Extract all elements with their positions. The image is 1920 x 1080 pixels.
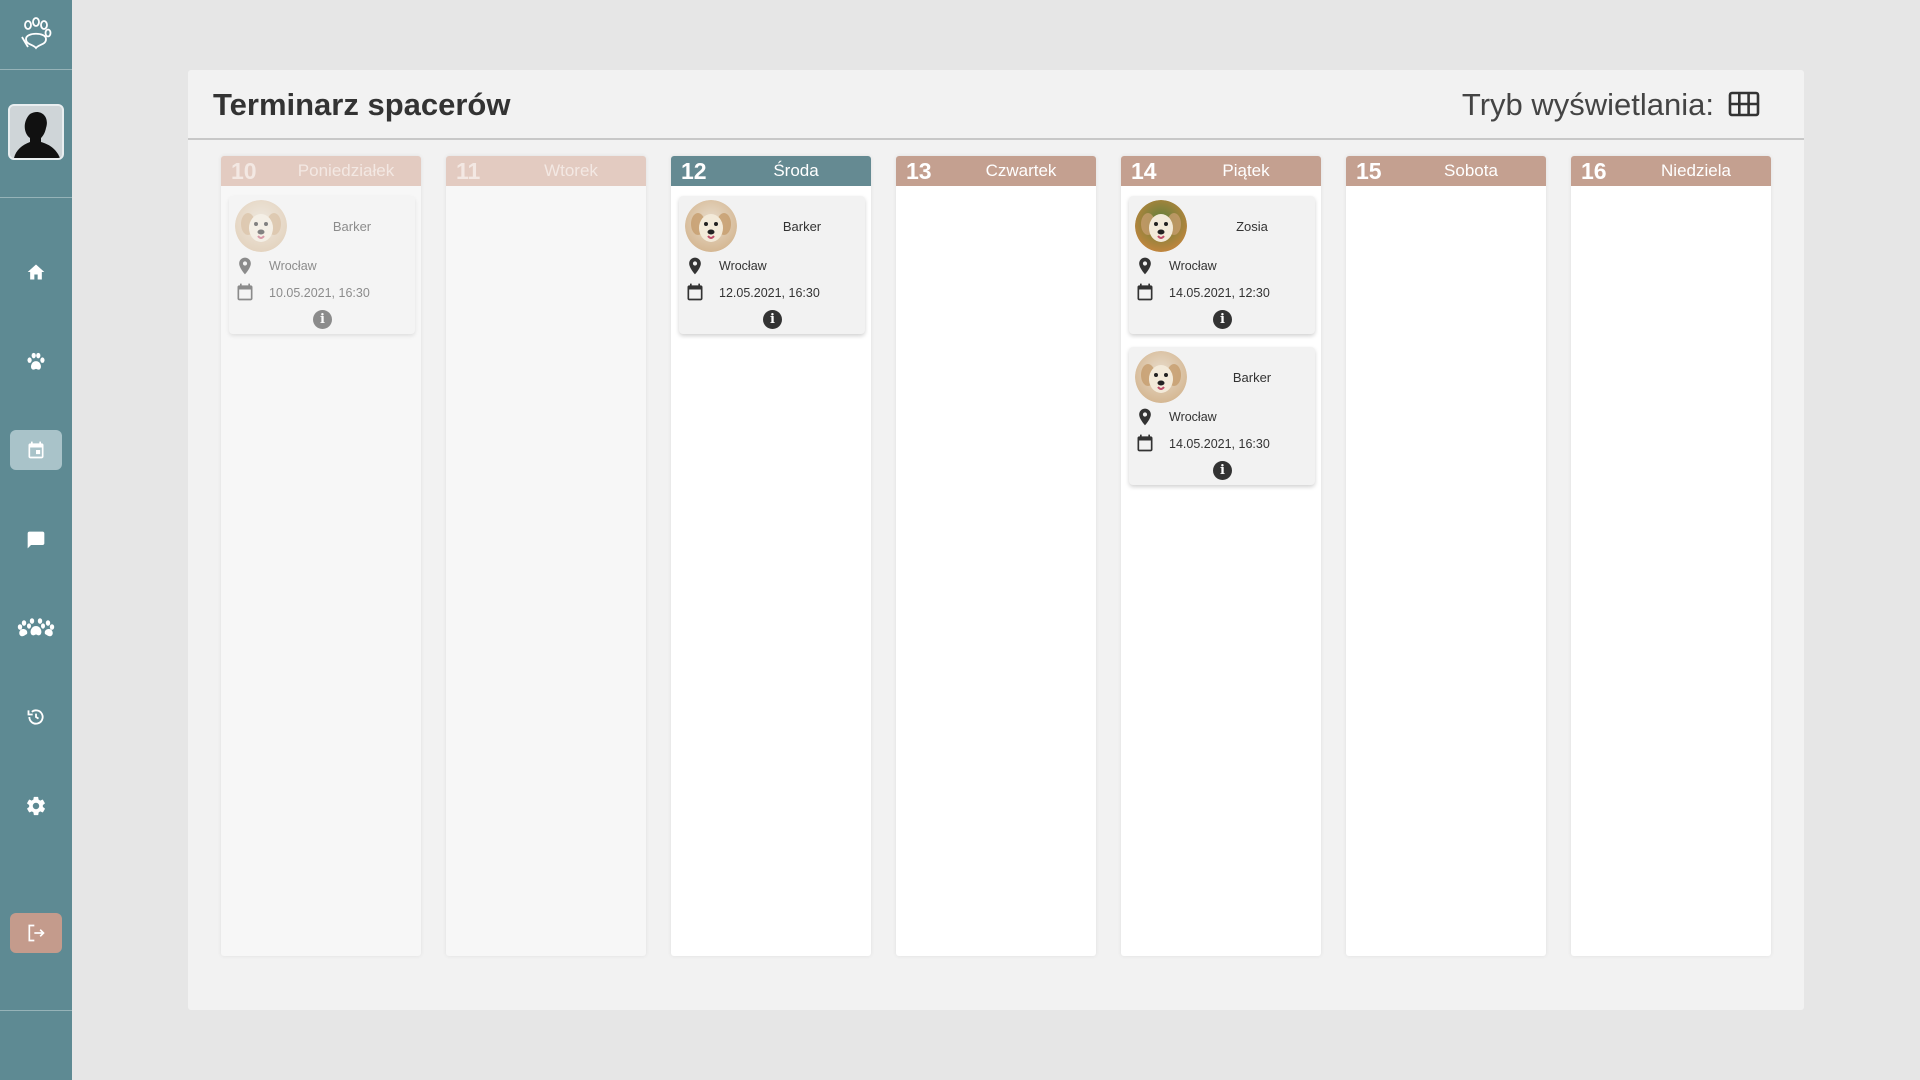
dog-face-icon bbox=[235, 200, 287, 252]
view-mode-toggle[interactable] bbox=[1728, 90, 1760, 118]
grid-icon bbox=[1728, 91, 1760, 117]
day-name: Sobota bbox=[1444, 161, 1498, 180]
nav-settings[interactable] bbox=[10, 786, 62, 826]
day-name: Piątek bbox=[1222, 161, 1270, 180]
walk-card[interactable]: Barker Wrocław 10.05.2021, 16:30 i bbox=[229, 196, 415, 334]
day-number: 10 bbox=[231, 158, 257, 184]
day-header[interactable]: 14 Piątek bbox=[1121, 156, 1321, 186]
dog-name: Barker bbox=[782, 219, 822, 234]
logout-icon bbox=[28, 924, 45, 942]
day-header[interactable]: 10 Poniedziałek bbox=[221, 156, 421, 186]
location-pin-icon bbox=[1135, 256, 1155, 276]
gear-icon bbox=[27, 796, 45, 816]
walk-city: Wrocław bbox=[269, 259, 317, 273]
walk-datetime: 10.05.2021, 16:30 bbox=[269, 286, 370, 300]
dog-face-icon bbox=[685, 200, 737, 252]
sidebar bbox=[0, 0, 72, 1080]
dog-face-icon bbox=[1135, 351, 1187, 403]
info-icon[interactable]: i bbox=[313, 310, 332, 329]
day-header[interactable]: 13 Czwartek bbox=[896, 156, 1096, 186]
nav-history[interactable] bbox=[10, 697, 62, 737]
user-avatar[interactable] bbox=[8, 104, 64, 160]
day-number: 12 bbox=[681, 158, 707, 184]
walk-datetime: 12.05.2021, 16:30 bbox=[719, 286, 820, 300]
view-mode-label: Tryb wyświetlania: bbox=[1461, 87, 1714, 122]
calendar-icon bbox=[1135, 433, 1155, 453]
chat-icon bbox=[27, 531, 45, 549]
logout-button[interactable] bbox=[10, 913, 62, 953]
location-pin-icon bbox=[235, 256, 255, 276]
calendar-icon bbox=[28, 441, 44, 459]
history-icon bbox=[27, 709, 44, 725]
dog-photo bbox=[685, 200, 737, 252]
day-name: Czwartek bbox=[985, 161, 1057, 180]
dog-photo bbox=[1135, 351, 1187, 403]
calendar-icon bbox=[1135, 282, 1155, 302]
silhouette-icon bbox=[10, 106, 62, 158]
nav-calendar[interactable] bbox=[10, 430, 62, 470]
walk-card[interactable]: Zosia Wrocław 14.05.2021, 12:30 i bbox=[1129, 196, 1315, 334]
day-number: 15 bbox=[1356, 158, 1382, 184]
walk-card[interactable]: Barker Wrocław 12.05.2021, 16:30 i bbox=[679, 196, 865, 334]
day-column: 12 Środa Barker Wrocław 12.05.2021, 16:30 i bbox=[671, 156, 871, 956]
day-column: 10 Poniedziałek Barker Wrocław 10.05.2021, 1… bbox=[221, 156, 421, 956]
location-pin-icon bbox=[685, 256, 705, 276]
day-number: 16 bbox=[1581, 158, 1607, 184]
paw-hand-logo-icon bbox=[21, 16, 52, 49]
dog-name: Barker bbox=[332, 219, 372, 234]
walk-city: Wrocław bbox=[719, 259, 767, 273]
day-column: 14 Piątek Zosia Wrocław 14.05.2021, 12:30 i Ba… bbox=[1121, 156, 1321, 956]
dog-photo bbox=[235, 200, 287, 252]
profile-section bbox=[0, 70, 72, 198]
walk-datetime: 14.05.2021, 16:30 bbox=[1169, 437, 1270, 451]
day-name: Niedziela bbox=[1661, 161, 1731, 180]
info-icon[interactable]: i bbox=[763, 310, 782, 329]
day-column: 16 Niedziela bbox=[1571, 156, 1771, 956]
dog-name: Barker bbox=[1232, 370, 1272, 385]
paw-icon bbox=[27, 352, 45, 370]
day-header[interactable]: 15 Sobota bbox=[1346, 156, 1546, 186]
calendar-icon bbox=[685, 282, 705, 302]
dog-face-icon bbox=[1135, 200, 1187, 252]
home-icon bbox=[27, 264, 45, 280]
day-number: 13 bbox=[906, 158, 932, 184]
day-header[interactable]: 16 Niedziela bbox=[1571, 156, 1771, 186]
day-header[interactable]: 11 Wtorek bbox=[446, 156, 646, 186]
walk-card[interactable]: Barker Wrocław 14.05.2021, 16:30 i bbox=[1129, 347, 1315, 485]
day-name: Środa bbox=[773, 161, 819, 180]
day-name: Poniedziałek bbox=[297, 161, 395, 180]
day-column: 11 Wtorek bbox=[446, 156, 646, 956]
page-title: Terminarz spacerów bbox=[213, 87, 511, 122]
day-column: 15 Sobota bbox=[1346, 156, 1546, 956]
dog-photo bbox=[1135, 200, 1187, 252]
panel-header: Terminarz spacerów Tryb wyświetlania: bbox=[188, 70, 1804, 140]
day-number: 11 bbox=[456, 158, 481, 184]
nav-home[interactable] bbox=[10, 252, 62, 292]
app-logo[interactable] bbox=[0, 0, 72, 70]
walk-city: Wrocław bbox=[1169, 259, 1217, 273]
nav-dogs[interactable] bbox=[10, 342, 62, 382]
calendar-icon bbox=[235, 282, 255, 302]
day-column: 13 Czwartek bbox=[896, 156, 1096, 956]
nav-walkers[interactable] bbox=[10, 608, 62, 648]
walk-city: Wrocław bbox=[1169, 410, 1217, 424]
day-header[interactable]: 12 Środa bbox=[671, 156, 871, 186]
day-name: Wtorek bbox=[544, 161, 598, 180]
paws-group-icon bbox=[17, 618, 55, 637]
info-icon[interactable]: i bbox=[1213, 461, 1232, 480]
info-icon[interactable]: i bbox=[1213, 310, 1232, 329]
walk-datetime: 14.05.2021, 12:30 bbox=[1169, 286, 1270, 300]
nav-messages[interactable] bbox=[10, 520, 62, 560]
dog-name: Zosia bbox=[1236, 219, 1268, 234]
sidebar-divider bbox=[0, 1010, 72, 1011]
location-pin-icon bbox=[1135, 407, 1155, 427]
day-number: 14 bbox=[1131, 158, 1157, 184]
